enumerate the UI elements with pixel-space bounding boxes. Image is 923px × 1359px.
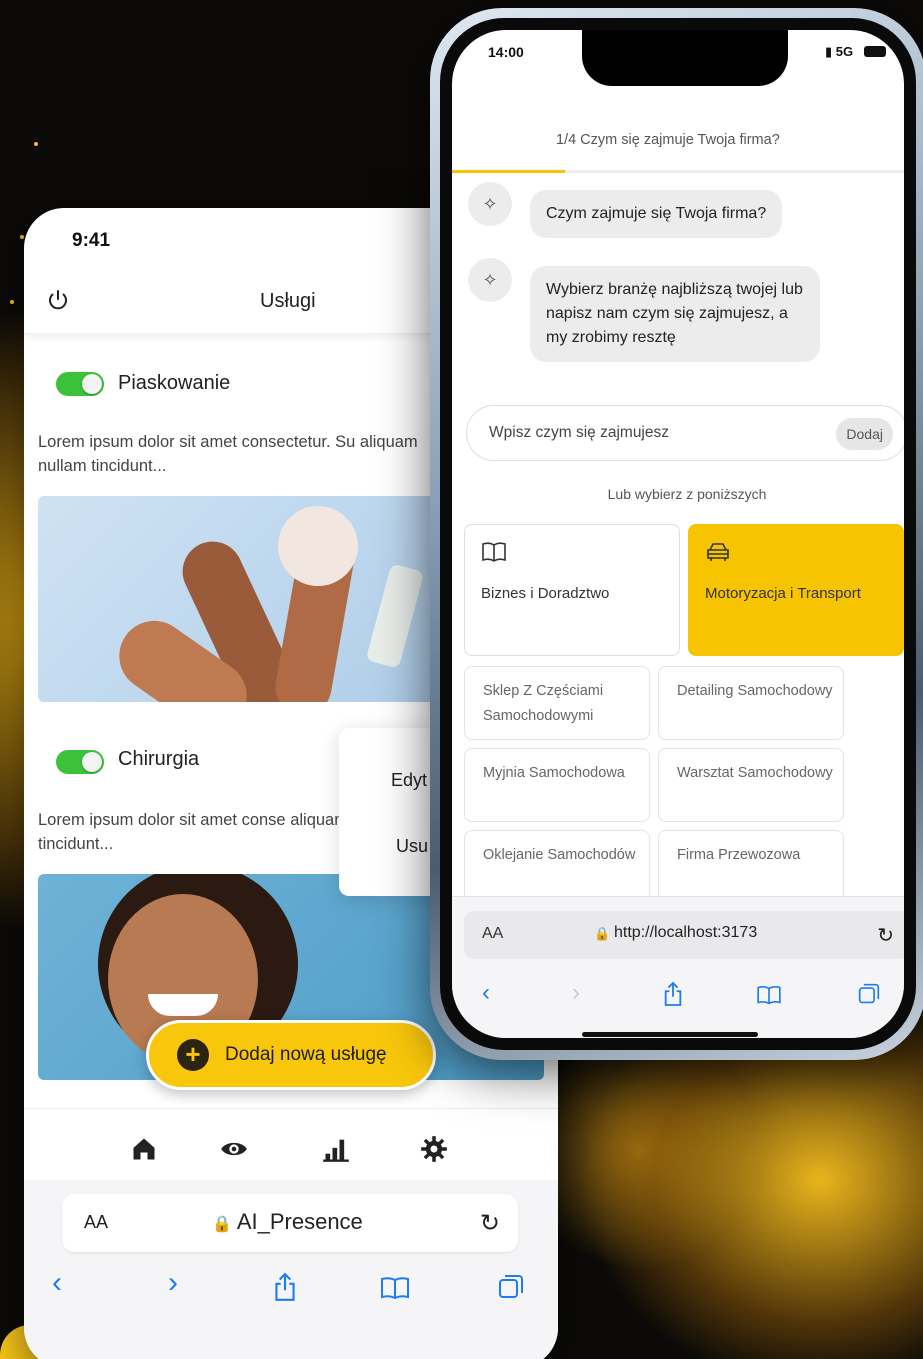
power-icon[interactable]	[46, 288, 70, 312]
share-icon[interactable]	[272, 1272, 298, 1302]
sparkle	[10, 300, 14, 304]
subcategory-card[interactable]: Sklep Z Częściami Samochodowymi	[464, 666, 650, 740]
onboarding-phone: 14:00 ▮ 5G 1/4 Czym się zajmuje Twoja fi…	[430, 8, 923, 1060]
service-name: Piaskowanie	[118, 372, 231, 394]
progress-fill	[452, 170, 565, 173]
magic-wand-icon: ✧	[468, 182, 512, 226]
subcategory-label: Warsztat Samochodowy	[677, 765, 833, 781]
sparkle	[20, 235, 24, 239]
category-card-automotive[interactable]: Motoryzacja i Transport	[688, 524, 904, 656]
status-time: 14:00	[488, 44, 524, 60]
subcategory-label: Myjnia Samochodowa	[483, 765, 625, 781]
share-icon[interactable]	[662, 981, 684, 1007]
add-service-button[interactable]: + Dodaj nową usługę	[146, 1020, 436, 1090]
step-label: 1/4 Czym się zajmuje Twoja firma?	[556, 132, 780, 148]
url-bar[interactable]: AA 🔒 http://localhost:3173 ↻	[464, 911, 904, 959]
chat-bubble: Czym zajmuje się Twoja firma?	[530, 190, 783, 238]
phone-bezel: 14:00 ▮ 5G 1/4 Czym się zajmuje Twoja fi…	[440, 18, 916, 1050]
magic-wand-icon: ✧	[468, 258, 512, 302]
subcategory-card[interactable]: Oklejanie Samochodów	[464, 830, 650, 904]
car-icon	[707, 543, 729, 561]
subcategory-label: Detailing Samochodowy	[677, 683, 833, 699]
choose-label: Lub wybierz z poniższych	[607, 486, 767, 502]
delete-menu-item[interactable]: Usu	[396, 836, 428, 857]
text-size-button[interactable]: AA	[482, 925, 503, 943]
back-icon[interactable]: ‹	[52, 1266, 62, 1300]
lock-icon: 🔒	[594, 926, 611, 941]
add-service-label: Dodaj nową usługę	[225, 1044, 387, 1065]
forward-icon[interactable]: ›	[168, 1266, 178, 1300]
plus-icon: +	[177, 1039, 209, 1071]
eye-icon[interactable]	[220, 1135, 248, 1163]
site-title: 🔒 AI_Presence	[212, 1209, 363, 1235]
url-bar[interactable]: AA 🔒 AI_Presence ↻	[62, 1194, 518, 1252]
chat-bubble: Wybierz branżę najbliższą twojej lub nap…	[530, 266, 820, 362]
browser-bar: AA 🔒 AI_Presence ↻ ‹ ›	[24, 1180, 558, 1359]
bookmarks-icon[interactable]	[380, 1276, 410, 1300]
smile-shape	[148, 994, 218, 1016]
input-placeholder: Wpisz czym się zajmujesz	[489, 424, 669, 441]
category-card-business[interactable]: Biznes i Doradztwo	[464, 524, 680, 656]
edit-menu-item[interactable]: Edyt	[391, 770, 427, 791]
progress-bar	[452, 170, 904, 173]
subcategory-label: Firma Przewozowa	[677, 847, 801, 863]
site-name: AI_Presence	[236, 1209, 363, 1234]
subcategory-card[interactable]: Detailing Samochodowy	[658, 666, 844, 740]
page-title: Usługi	[260, 290, 316, 312]
browser-bar: AA 🔒 http://localhost:3173 ↻ ‹ ›	[452, 896, 904, 1038]
text-size-button[interactable]: AA	[84, 1212, 108, 1233]
service-toggle[interactable]	[56, 750, 104, 774]
phone-notch	[582, 30, 788, 86]
phone-screen: 14:00 ▮ 5G 1/4 Czym się zajmuje Twoja fi…	[452, 30, 904, 1038]
tabs-icon[interactable]	[858, 983, 880, 1005]
service-name: Chirurgia	[118, 748, 200, 770]
signal-icon: ▮	[825, 44, 833, 59]
url-text: http://localhost:3173	[614, 924, 758, 941]
back-icon[interactable]: ‹	[482, 979, 490, 1007]
business-input[interactable]: Wpisz czym się zajmujesz Dodaj	[466, 405, 904, 461]
cosmetic-jar	[278, 506, 358, 586]
battery-icon	[864, 46, 886, 57]
home-indicator[interactable]	[582, 1032, 758, 1037]
stats-icon[interactable]	[322, 1135, 350, 1163]
gear-icon[interactable]	[420, 1135, 448, 1163]
status-time: 9:41	[72, 230, 111, 251]
subcategory-card[interactable]: Firma Przewozowa	[658, 830, 844, 904]
sparkle	[34, 142, 38, 146]
service-toggle[interactable]	[56, 372, 104, 396]
subcategory-label: Sklep Z Częściami Samochodowymi	[483, 683, 604, 724]
category-label: Motoryzacja i Transport	[705, 585, 861, 602]
reload-icon[interactable]: ↻	[480, 1209, 500, 1238]
subcategory-card[interactable]: Warsztat Samochodowy	[658, 748, 844, 822]
cosmetic-bottle	[365, 563, 425, 669]
reload-icon[interactable]: ↻	[877, 923, 894, 948]
service-description: Lorem ipsum dolor sit amet consectetur. …	[38, 433, 418, 475]
subcategory-card[interactable]: Myjnia Samochodowa	[464, 748, 650, 822]
forward-icon[interactable]: ›	[572, 979, 580, 1007]
add-button[interactable]: Dodaj	[836, 418, 893, 450]
tabs-icon[interactable]	[498, 1274, 524, 1300]
lock-icon: 🔒	[212, 1216, 232, 1233]
tab-bar	[24, 1108, 558, 1188]
subcategory-label: Oklejanie Samochodów	[483, 847, 636, 863]
home-icon[interactable]	[130, 1135, 158, 1163]
network-label: 5G	[835, 44, 854, 59]
network-indicator: ▮ 5G	[825, 44, 853, 60]
category-label: Biznes i Doradztwo	[481, 585, 610, 602]
book-icon	[482, 542, 506, 562]
bookmarks-icon[interactable]	[756, 985, 782, 1005]
